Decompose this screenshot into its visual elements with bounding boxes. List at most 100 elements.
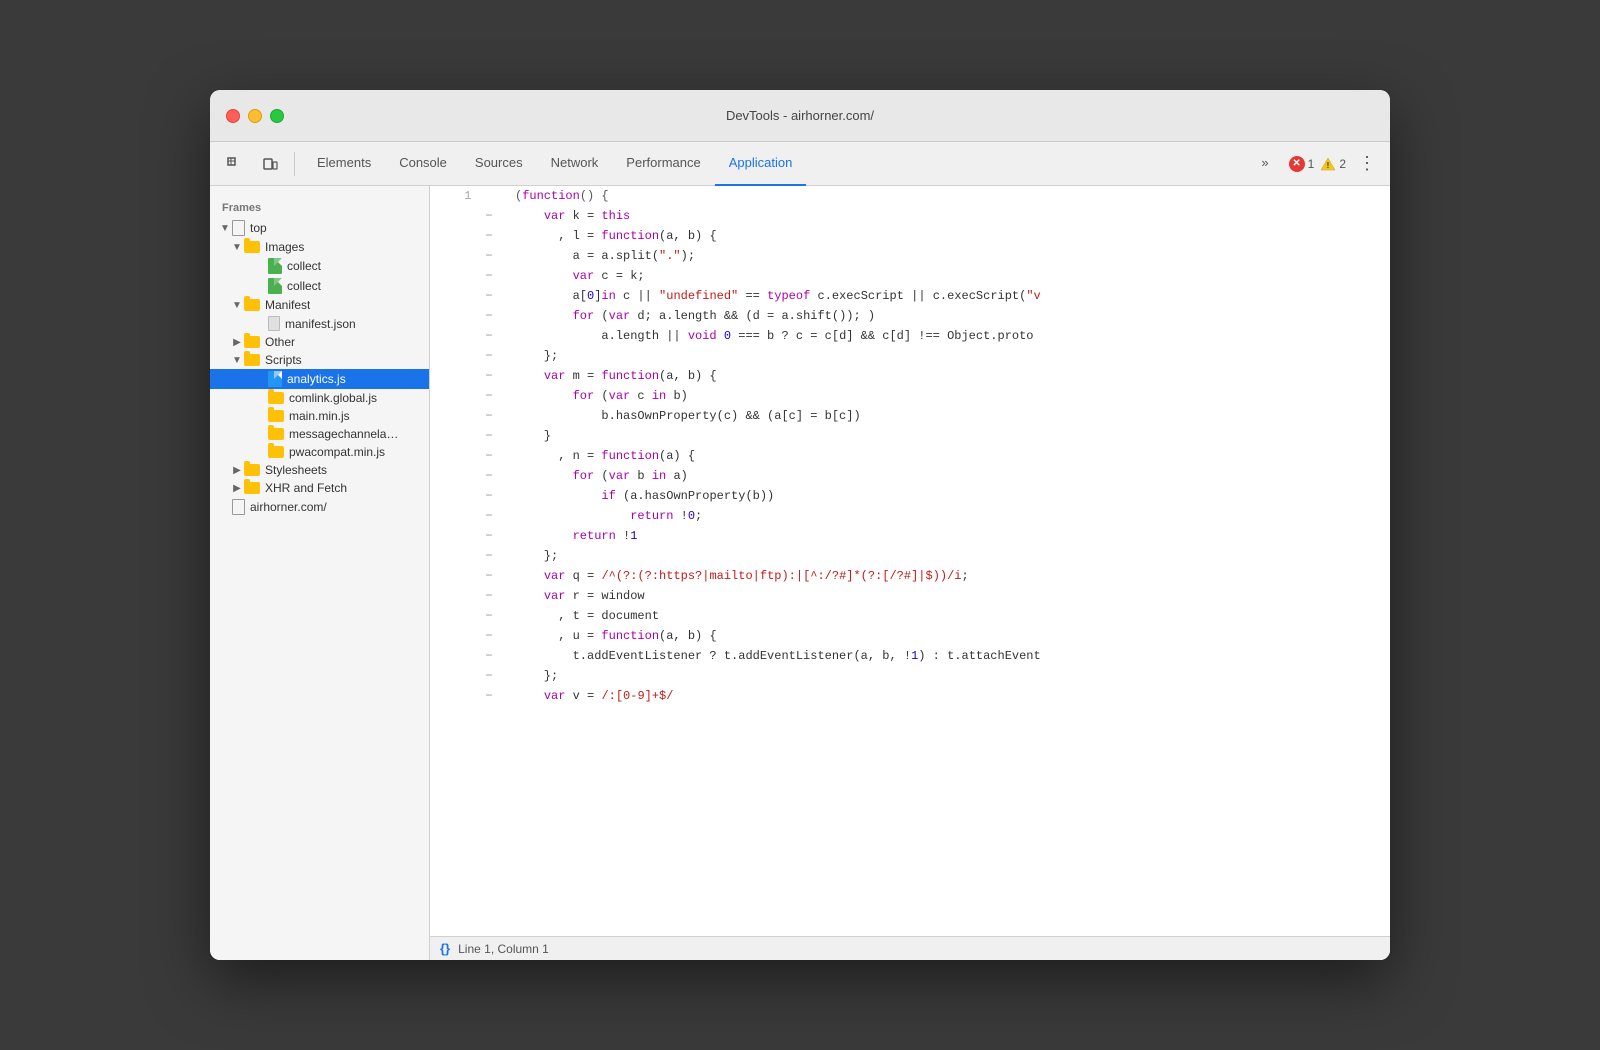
sidebar-item-scripts[interactable]: ▼ Scripts [210,351,429,369]
arrow-icon: ▶ [230,465,244,476]
line-code: }; [511,666,1390,686]
titlebar: DevTools - airhorner.com/ [210,90,1390,142]
line-gutter: − [479,326,511,346]
line-number [430,426,479,446]
arrow-icon: ▼ [230,355,244,366]
line-gutter: − [479,366,511,386]
tree-label: comlink.global.js [289,391,377,405]
tab-network[interactable]: Network [537,142,613,186]
file-icon [268,258,282,274]
minimize-button[interactable] [248,109,262,123]
line-number [430,386,479,406]
sidebar-item-other[interactable]: ▶ Other [210,333,429,351]
sidebar-item-manifest[interactable]: ▼ Manifest [210,296,429,314]
format-button[interactable]: {} [440,941,450,956]
tree-label: messagechannelada [289,427,399,441]
warning-badge: ! 2 [1320,156,1346,172]
more-tabs-button[interactable]: » [1247,142,1282,186]
line-number [430,646,479,666]
sidebar-item-collect-2[interactable]: collect [210,276,429,296]
folder-icon [268,428,284,440]
sidebar-item-stylesheets[interactable]: ▶ Stylesheets [210,461,429,479]
code-line-6: − a[0]in c || "undefined" == typeof c.ex… [430,286,1390,306]
line-gutter: − [479,386,511,406]
arrow-icon: ▶ [230,483,244,494]
line-number [430,666,479,686]
line-gutter: − [479,446,511,466]
devtools-window: DevTools - airhorner.com/ Elements Conso… [210,90,1390,960]
sidebar-item-top[interactable]: ▼ top [210,218,429,238]
line-number [430,266,479,286]
tree-label: analytics.js [287,372,346,386]
tab-application[interactable]: Application [715,142,807,186]
line-code: b.hasOwnProperty(c) && (a[c] = b[c]) [511,406,1390,426]
line-gutter: − [479,266,511,286]
code-line-13: − } [430,426,1390,446]
code-line-8: − a.length || void 0 === b ? c = c[d] &&… [430,326,1390,346]
code-line-21: − var r = window [430,586,1390,606]
line-code: a[0]in c || "undefined" == typeof c.exec… [511,286,1390,306]
sidebar-item-images[interactable]: ▼ Images [210,238,429,256]
tree-label: collect [287,259,321,273]
folder-icon [268,392,284,404]
line-number: 1 [430,186,479,206]
tree-label: Manifest [265,298,310,312]
code-line-24: − t.addEventListener ? t.addEventListene… [430,646,1390,666]
line-gutter: − [479,226,511,246]
tab-console[interactable]: Console [385,142,461,186]
line-number [430,506,479,526]
code-line-4: − a = a.split("."); [430,246,1390,266]
sidebar-item-comlink-global-js[interactable]: comlink.global.js [210,389,429,407]
sidebar-item-manifest-json[interactable]: manifest.json [210,314,429,333]
line-code: , l = function(a, b) { [511,226,1390,246]
arrow-icon: ▶ [230,337,244,348]
line-gutter: − [479,606,511,626]
code-line-16: − if (a.hasOwnProperty(b)) [430,486,1390,506]
toolbar: Elements Console Sources Network Perform… [210,142,1390,186]
close-button[interactable] [226,109,240,123]
maximize-button[interactable] [270,109,284,123]
window-title: DevTools - airhorner.com/ [726,108,874,123]
sidebar-item-airhorner[interactable]: airhorner.com/ [210,497,429,517]
code-line-25: − }; [430,666,1390,686]
line-number [430,526,479,546]
sidebar-item-xhr-and-fetch[interactable]: ▶ XHR and Fetch [210,479,429,497]
inspect-element-button[interactable] [218,148,250,180]
line-number [430,406,479,426]
tab-performance[interactable]: Performance [612,142,714,186]
cursor-position: Line 1, Column 1 [458,942,549,956]
line-number [430,326,479,346]
sidebar-item-analytics-js[interactable]: analytics.js [210,369,429,389]
toolbar-divider-1 [294,152,295,176]
line-number [430,606,479,626]
error-icon: ✕ [1289,156,1305,172]
code-line-20: − var q = /^(?:(?:https?|mailto|ftp):|[^… [430,566,1390,586]
line-number [430,566,479,586]
line-gutter: − [479,526,511,546]
device-toggle-button[interactable] [254,148,286,180]
tab-elements[interactable]: Elements [303,142,385,186]
line-number [430,586,479,606]
error-badge: ✕ 1 [1289,156,1315,172]
sidebar-item-main-min-js[interactable]: main.min.js [210,407,429,425]
kebab-menu-button[interactable]: ⋮ [1352,153,1382,174]
tab-sources[interactable]: Sources [461,142,537,186]
line-code: , n = function(a) { [511,446,1390,466]
sidebar-item-messagechannelada[interactable]: messagechannelada [210,425,429,443]
tree-label: main.min.js [289,409,350,423]
code-line-2: − var k = this [430,206,1390,226]
folder-icon [244,354,260,366]
code-line-10: − var m = function(a, b) { [430,366,1390,386]
line-gutter: − [479,206,511,226]
code-line-5: − var c = k; [430,266,1390,286]
line-code: } [511,426,1390,446]
sidebar-item-pwacompat-min-js[interactable]: pwacompat.min.js [210,443,429,461]
arrow-icon: ▼ [230,300,244,311]
sidebar-item-collect-1[interactable]: collect [210,256,429,276]
code-area[interactable]: 1 (function() { − var k = this − [430,186,1390,936]
arrow-icon: ▼ [230,242,244,253]
line-code: }; [511,546,1390,566]
line-gutter: − [479,506,511,526]
code-line-15: − for (var b in a) [430,466,1390,486]
code-line-17: − return !0; [430,506,1390,526]
